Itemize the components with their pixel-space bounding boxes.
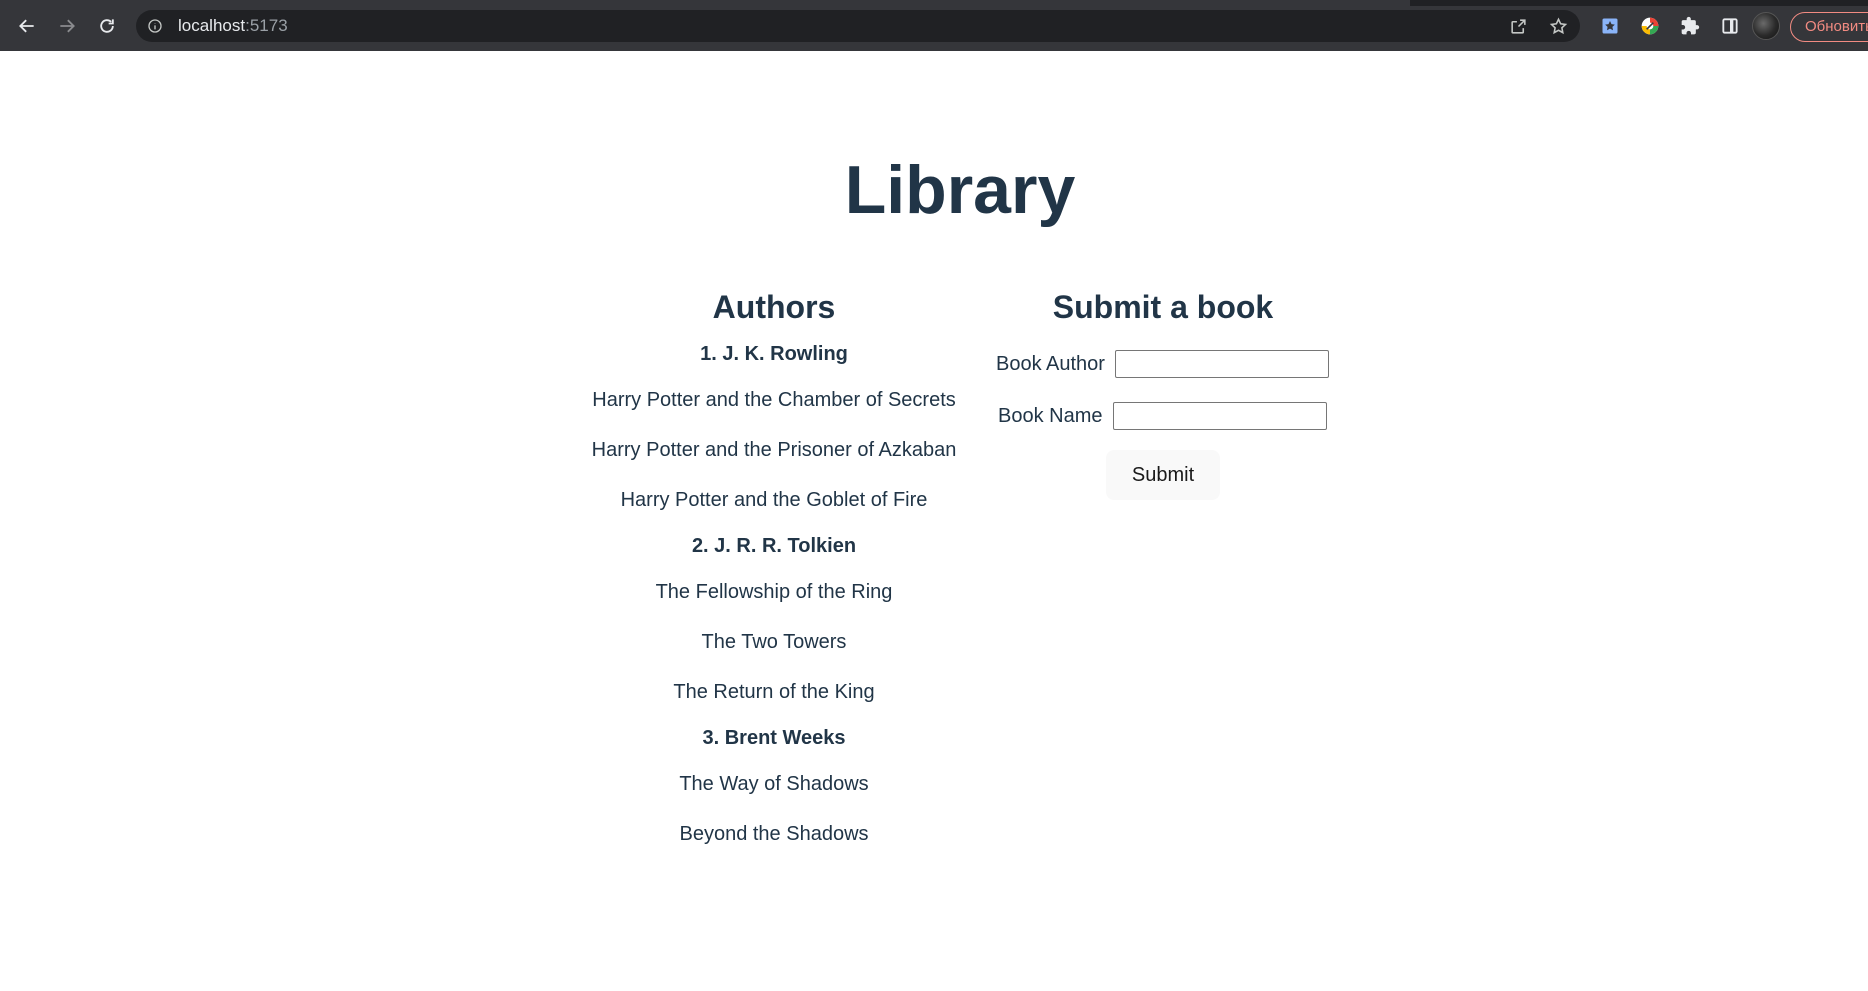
back-button[interactable] [10,9,44,43]
address-bar[interactable]: localhost:5173 [136,10,1580,42]
active-tab-edge [0,0,1410,6]
book-author-row: Book Author [996,350,1329,378]
reload-icon [100,19,114,33]
book-name-input[interactable] [1112,402,1327,430]
url-host: localhost [178,16,246,35]
reload-button[interactable] [90,9,124,43]
submit-heading: Submit a book [1052,289,1274,325]
share-icon[interactable] [1506,14,1530,38]
page-title: Library [844,152,1076,228]
author-block: 1. J. K. Rowling Harry Potter and the Ch… [574,342,974,512]
book-item: The Fellowship of the Ring [655,581,893,603]
author-name: 1. J. K. Rowling [700,343,848,365]
book-list: The Way of Shadows Beyond the Shadows [574,772,974,846]
book-item: Harry Potter and the Goblet of Fire [620,489,928,511]
authors-heading: Authors [712,289,836,325]
submit-book-form: Submit a book Book Author Book Name Subm… [988,288,1338,500]
url-port: :5173 [245,16,288,35]
book-item: The Way of Shadows [679,773,869,795]
authors-section: Authors 1. J. K. Rowling Harry Potter an… [574,288,974,846]
update-browser-button[interactable]: Обновить [1790,12,1868,42]
book-name-label: Book Name [998,405,1103,427]
arrow-right-icon [60,19,75,33]
author-name: 2. J. R. R. Tolkien [691,535,857,557]
book-item: The Two Towers [701,631,847,653]
submit-button[interactable]: Submit [1106,450,1220,500]
book-list: The Fellowship of the Ring The Two Tower… [574,580,974,704]
author-name: 3. Brent Weeks [702,727,846,749]
bookmark-star-icon[interactable] [1546,14,1570,38]
browser-toolbar: localhost:5173 Обновить [0,0,1868,51]
book-item: The Return of the King [673,681,875,703]
author-block: 3. Brent Weeks The Way of Shadows Beyond… [574,726,974,846]
author-block: 2. J. R. R. Tolkien The Fellowship of th… [574,534,974,704]
book-name-row: Book Name [998,402,1327,430]
book-author-input[interactable] [1114,350,1329,378]
profile-avatar[interactable] [1752,12,1780,40]
book-author-label: Book Author [996,353,1105,375]
site-info-icon[interactable] [146,17,164,35]
book-item: Harry Potter and the Chamber of Secrets [592,389,956,411]
side-panel-icon[interactable] [1716,12,1744,40]
color-extension-icon[interactable] [1636,12,1664,40]
forward-button[interactable] [50,9,84,43]
book-list: Harry Potter and the Chamber of Secrets … [574,388,974,512]
bookmark-extension-icon[interactable] [1596,12,1624,40]
arrow-left-icon [19,19,34,33]
book-item: Harry Potter and the Prisoner of Azkaban [591,439,957,461]
tab-strip [0,0,1868,6]
book-item: Beyond the Shadows [679,823,869,845]
url-text[interactable]: localhost:5173 [178,17,288,35]
extensions-puzzle-icon[interactable] [1676,12,1704,40]
